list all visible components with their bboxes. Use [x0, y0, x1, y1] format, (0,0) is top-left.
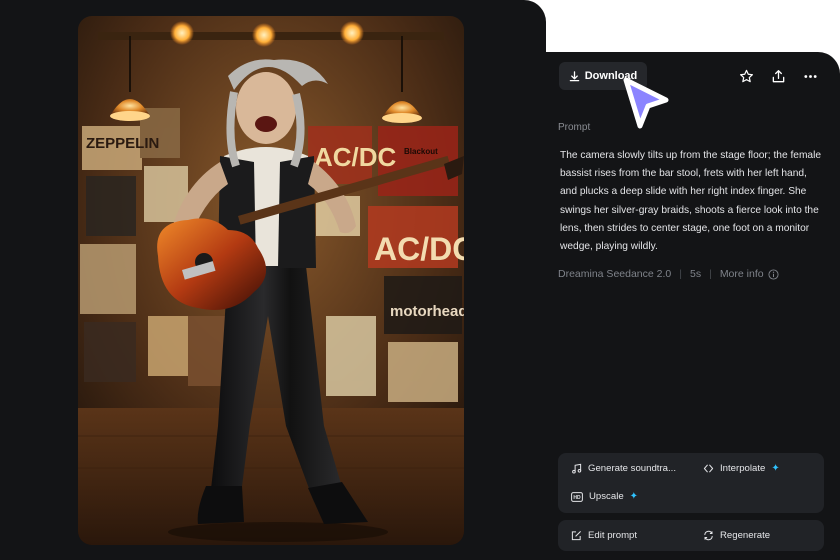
star-icon [739, 69, 753, 82]
poster-text: ZEPPELIN [86, 135, 159, 152]
share-button[interactable] [768, 66, 788, 86]
favorite-button[interactable] [736, 66, 756, 86]
interpolate-label: Interpolate [720, 463, 766, 474]
more-options-button[interactable] [800, 66, 820, 86]
more-info-label: More info [719, 268, 764, 280]
media-panel: ZEPPELIN AC/DC AC/DC motorhead Blackout [0, 0, 546, 560]
poster-text: AC/DC [314, 142, 397, 172]
prompt-text: The camera slowly tilts up from the stag… [560, 150, 822, 253]
share-icon [772, 69, 784, 82]
sparkle-icon: ✦ [771, 463, 780, 474]
prompt-heading: Prompt [558, 122, 591, 133]
interpolate-icon [703, 464, 714, 473]
edit-icon [571, 531, 581, 541]
more-info-link[interactable]: More info [720, 268, 779, 280]
poster-text: motorhead [390, 303, 464, 320]
tools-card: Generate soundtra... Interpolate ✦ HD Up… [558, 453, 824, 513]
edit-prompt-button[interactable]: Edit prompt [571, 530, 637, 541]
download-icon [569, 70, 579, 81]
more-icon [803, 74, 817, 78]
edit-prompt-label: Edit prompt [588, 530, 638, 541]
music-note-icon [572, 463, 582, 474]
separator: | [709, 268, 712, 280]
regenerate-label: Regenerate [720, 530, 771, 541]
info-icon [768, 268, 779, 280]
generation-meta: Dreamina Seedance 2.0 | 5s | More info [558, 268, 779, 280]
actions-card: Edit prompt Regenerate [558, 520, 824, 551]
details-panel: Download Prompt The camera slowly tilts … [546, 52, 840, 560]
model-name: Dreamina Seedance 2.0 [558, 268, 672, 280]
interpolate-button[interactable]: Interpolate ✦ [703, 463, 780, 474]
separator: | [679, 268, 682, 280]
svg-text:HD: HD [573, 495, 581, 501]
poster-text: AC/DC [374, 231, 464, 267]
poster-text: Blackout [404, 147, 438, 156]
generated-image[interactable]: ZEPPELIN AC/DC AC/DC motorhead Blackout [78, 16, 464, 545]
duration: 5s [689, 268, 702, 280]
guitarist-illustration: ZEPPELIN AC/DC AC/DC motorhead Blackout [78, 16, 464, 545]
pointer-cursor-icon [623, 77, 669, 129]
upscale-button[interactable]: HD Upscale ✦ [571, 491, 638, 502]
generate-soundtrack-label: Generate soundtra... [588, 463, 676, 474]
regenerate-button[interactable]: Regenerate [703, 530, 770, 541]
sparkle-icon: ✦ [629, 491, 639, 502]
generate-soundtrack-button[interactable]: Generate soundtra... [571, 463, 676, 474]
regenerate-icon [704, 530, 713, 541]
upscale-label: Upscale [589, 491, 624, 502]
hd-icon: HD [571, 491, 583, 502]
